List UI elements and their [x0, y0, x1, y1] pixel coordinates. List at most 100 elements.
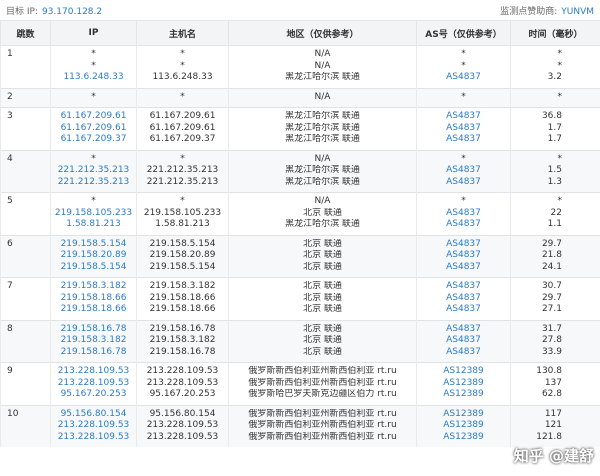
- hop-as-number[interactable]: AS12389: [419, 378, 508, 390]
- hop-as-number[interactable]: AS4837: [419, 293, 508, 305]
- hop-as-number[interactable]: AS4837: [419, 250, 508, 262]
- hop-as-number[interactable]: AS4837: [419, 111, 508, 123]
- column-header-hop: 跳数: [0, 20, 51, 46]
- hop-ip: *: [91, 196, 96, 206]
- hop-as-number[interactable]: AS4837: [419, 177, 508, 189]
- table-row: 8 219.158.16.78 219.158.3.182 219.158.16.78…: [0, 319, 600, 363]
- hop-region-cell: N/A 黑龙江哈尔滨 联通 黑龙江哈尔滨 联通: [228, 149, 417, 193]
- table-row: 7 219.158.3.182 219.158.18.66 219.158.18.66…: [0, 277, 600, 320]
- hop-ip[interactable]: 61.167.209.61: [53, 111, 134, 123]
- hop-number: 8: [0, 319, 51, 363]
- hop-latency: *: [557, 49, 563, 59]
- hop-latency: 29.7: [541, 292, 562, 303]
- hop-as-number[interactable]: AS4837: [419, 262, 508, 274]
- hop-ip[interactable]: 219.158.105.233: [53, 208, 134, 220]
- hop-hostname: 213.228.109.53: [146, 366, 219, 376]
- hop-ip[interactable]: 213.228.109.53: [53, 366, 134, 378]
- hop-hostname: 113.6.248.33: [152, 72, 213, 82]
- target-ip-value: 93.170.128.2: [41, 6, 103, 17]
- hop-as-number-cell: * AS4837 AS4837: [416, 149, 511, 193]
- hop-ip[interactable]: 1.58.81.213: [53, 219, 134, 231]
- hop-latency: *: [557, 153, 563, 164]
- hop-ip[interactable]: 219.158.16.78: [53, 324, 134, 336]
- hop-as-number[interactable]: AS4837: [419, 324, 508, 336]
- hop-hostname-cell: *: [136, 87, 229, 108]
- hop-latency-cell: 130.8 137 62.8: [510, 362, 600, 405]
- hop-as-number[interactable]: AS4837: [419, 72, 508, 84]
- table-row: 5 * 219.158.105.233 1.58.81.213 * 219.158.105…: [0, 192, 600, 235]
- hop-number: 2: [0, 87, 51, 108]
- hop-as-number[interactable]: AS4837: [419, 304, 508, 316]
- hop-region-cell: 北京 联通 北京 联通 北京 联通: [228, 277, 417, 320]
- hop-ip[interactable]: 221.212.35.213: [53, 177, 134, 189]
- hop-region: N/A: [314, 196, 331, 206]
- hop-latency-cell: *: [510, 87, 600, 108]
- hop-ip[interactable]: 219.158.16.78: [53, 347, 134, 359]
- hop-as-number[interactable]: AS12389: [419, 432, 508, 444]
- hop-number: 7: [0, 277, 51, 320]
- hop-number: 1: [0, 45, 51, 88]
- hop-ip[interactable]: 95.156.80.154: [53, 409, 134, 421]
- hop-latency: *: [557, 196, 563, 206]
- hop-hostname: 219.158.3.182: [149, 335, 216, 345]
- hop-region: 北京 联通: [303, 323, 342, 334]
- hop-ip[interactable]: 219.158.5.154: [53, 239, 134, 251]
- hop-as-number[interactable]: AS4837: [419, 239, 508, 251]
- hop-as-number[interactable]: AS4837: [419, 123, 508, 135]
- hop-latency: 27.8: [541, 335, 562, 345]
- sponsor-label: 监测点赞助商:: [500, 6, 558, 17]
- hop-region-cell: N/A 北京 联通 黑龙江哈尔滨 联通: [228, 192, 417, 235]
- hop-ip[interactable]: 213.228.109.53: [53, 432, 134, 444]
- hop-ip-cell: 61.167.209.61 61.167.209.61 61.167.209.37: [50, 107, 137, 150]
- hop-ip-cell: * 221.212.35.213 221.212.35.213: [50, 149, 137, 193]
- hop-ip[interactable]: 219.158.18.66: [53, 304, 134, 316]
- hop-as-number[interactable]: AS12389: [419, 366, 508, 378]
- hop-latency-cell: * 22 1.1: [510, 192, 600, 235]
- hop-ip-cell: 213.228.109.53 213.228.109.53 95.167.20.25…: [50, 362, 137, 405]
- hop-region: N/A: [314, 153, 331, 164]
- sponsor-link[interactable]: YUNVM: [561, 7, 594, 17]
- hop-as-number[interactable]: AS4837: [419, 134, 508, 146]
- hop-as-number[interactable]: AS4837: [419, 208, 508, 220]
- hop-ip[interactable]: 113.6.248.33: [53, 72, 134, 84]
- hop-hostname: 213.228.109.53: [146, 431, 219, 442]
- hop-latency: *: [557, 91, 563, 102]
- hop-as-number[interactable]: AS4837: [419, 219, 508, 231]
- hop-ip[interactable]: 61.167.209.37: [53, 134, 134, 146]
- hop-ip[interactable]: 219.158.3.182: [53, 281, 134, 293]
- column-header-hostname: 主机名: [136, 20, 229, 46]
- hop-latency-cell: * 1.5 1.3: [510, 149, 600, 193]
- hop-latency-cell: 36.8 1.7 1.7: [510, 107, 600, 150]
- hop-region: 黑龙江哈尔滨 联通: [285, 176, 360, 187]
- hop-ip-cell: 95.156.80.154 213.228.109.53 213.228.109.5…: [50, 404, 137, 447]
- hop-region: 黑龙江哈尔滨 联通: [285, 111, 360, 121]
- hop-ip-cell: 219.158.3.182 219.158.18.66 219.158.18.66: [50, 277, 137, 320]
- hop-region: 北京 联通: [303, 346, 342, 357]
- hop-region-cell: 北京 联通 北京 联通 北京 联通: [228, 234, 417, 278]
- hop-number: 5: [0, 192, 51, 235]
- hop-number: 9: [0, 362, 51, 405]
- hop-region: 北京 联通: [303, 335, 342, 345]
- hop-ip[interactable]: 221.212.35.213: [53, 165, 134, 177]
- hop-as-number[interactable]: AS4837: [419, 347, 508, 359]
- hop-as-number[interactable]: AS4837: [419, 281, 508, 293]
- hop-ip[interactable]: 213.228.109.53: [53, 378, 134, 390]
- hop-as-number[interactable]: AS12389: [419, 420, 508, 432]
- hop-as-number[interactable]: AS12389: [419, 389, 508, 401]
- hop-number: 10: [0, 404, 51, 447]
- hop-as-number[interactable]: AS12389: [419, 409, 508, 421]
- hop-region-cell: N/A N/A 黑龙江哈尔滨 联通: [228, 45, 417, 88]
- hop-ip[interactable]: 61.167.209.61: [53, 123, 134, 135]
- hop-hostname: 221.212.35.213: [146, 165, 219, 175]
- hop-as-number[interactable]: AS4837: [419, 165, 508, 177]
- hop-ip[interactable]: 219.158.5.154: [53, 262, 134, 274]
- hop-ip[interactable]: 213.228.109.53: [53, 420, 134, 432]
- hop-hostname-cell: 61.167.209.61 61.167.209.61 61.167.209.37: [136, 107, 229, 150]
- hop-as-number: *: [461, 91, 466, 102]
- hop-hostname: 219.158.105.233: [143, 207, 222, 218]
- hop-ip[interactable]: 219.158.18.66: [53, 293, 134, 305]
- hop-as-number[interactable]: AS4837: [419, 335, 508, 347]
- hop-ip[interactable]: 219.158.20.89: [53, 250, 134, 262]
- hop-ip[interactable]: 219.158.3.182: [53, 335, 134, 347]
- hop-ip[interactable]: 95.167.20.253: [53, 389, 134, 401]
